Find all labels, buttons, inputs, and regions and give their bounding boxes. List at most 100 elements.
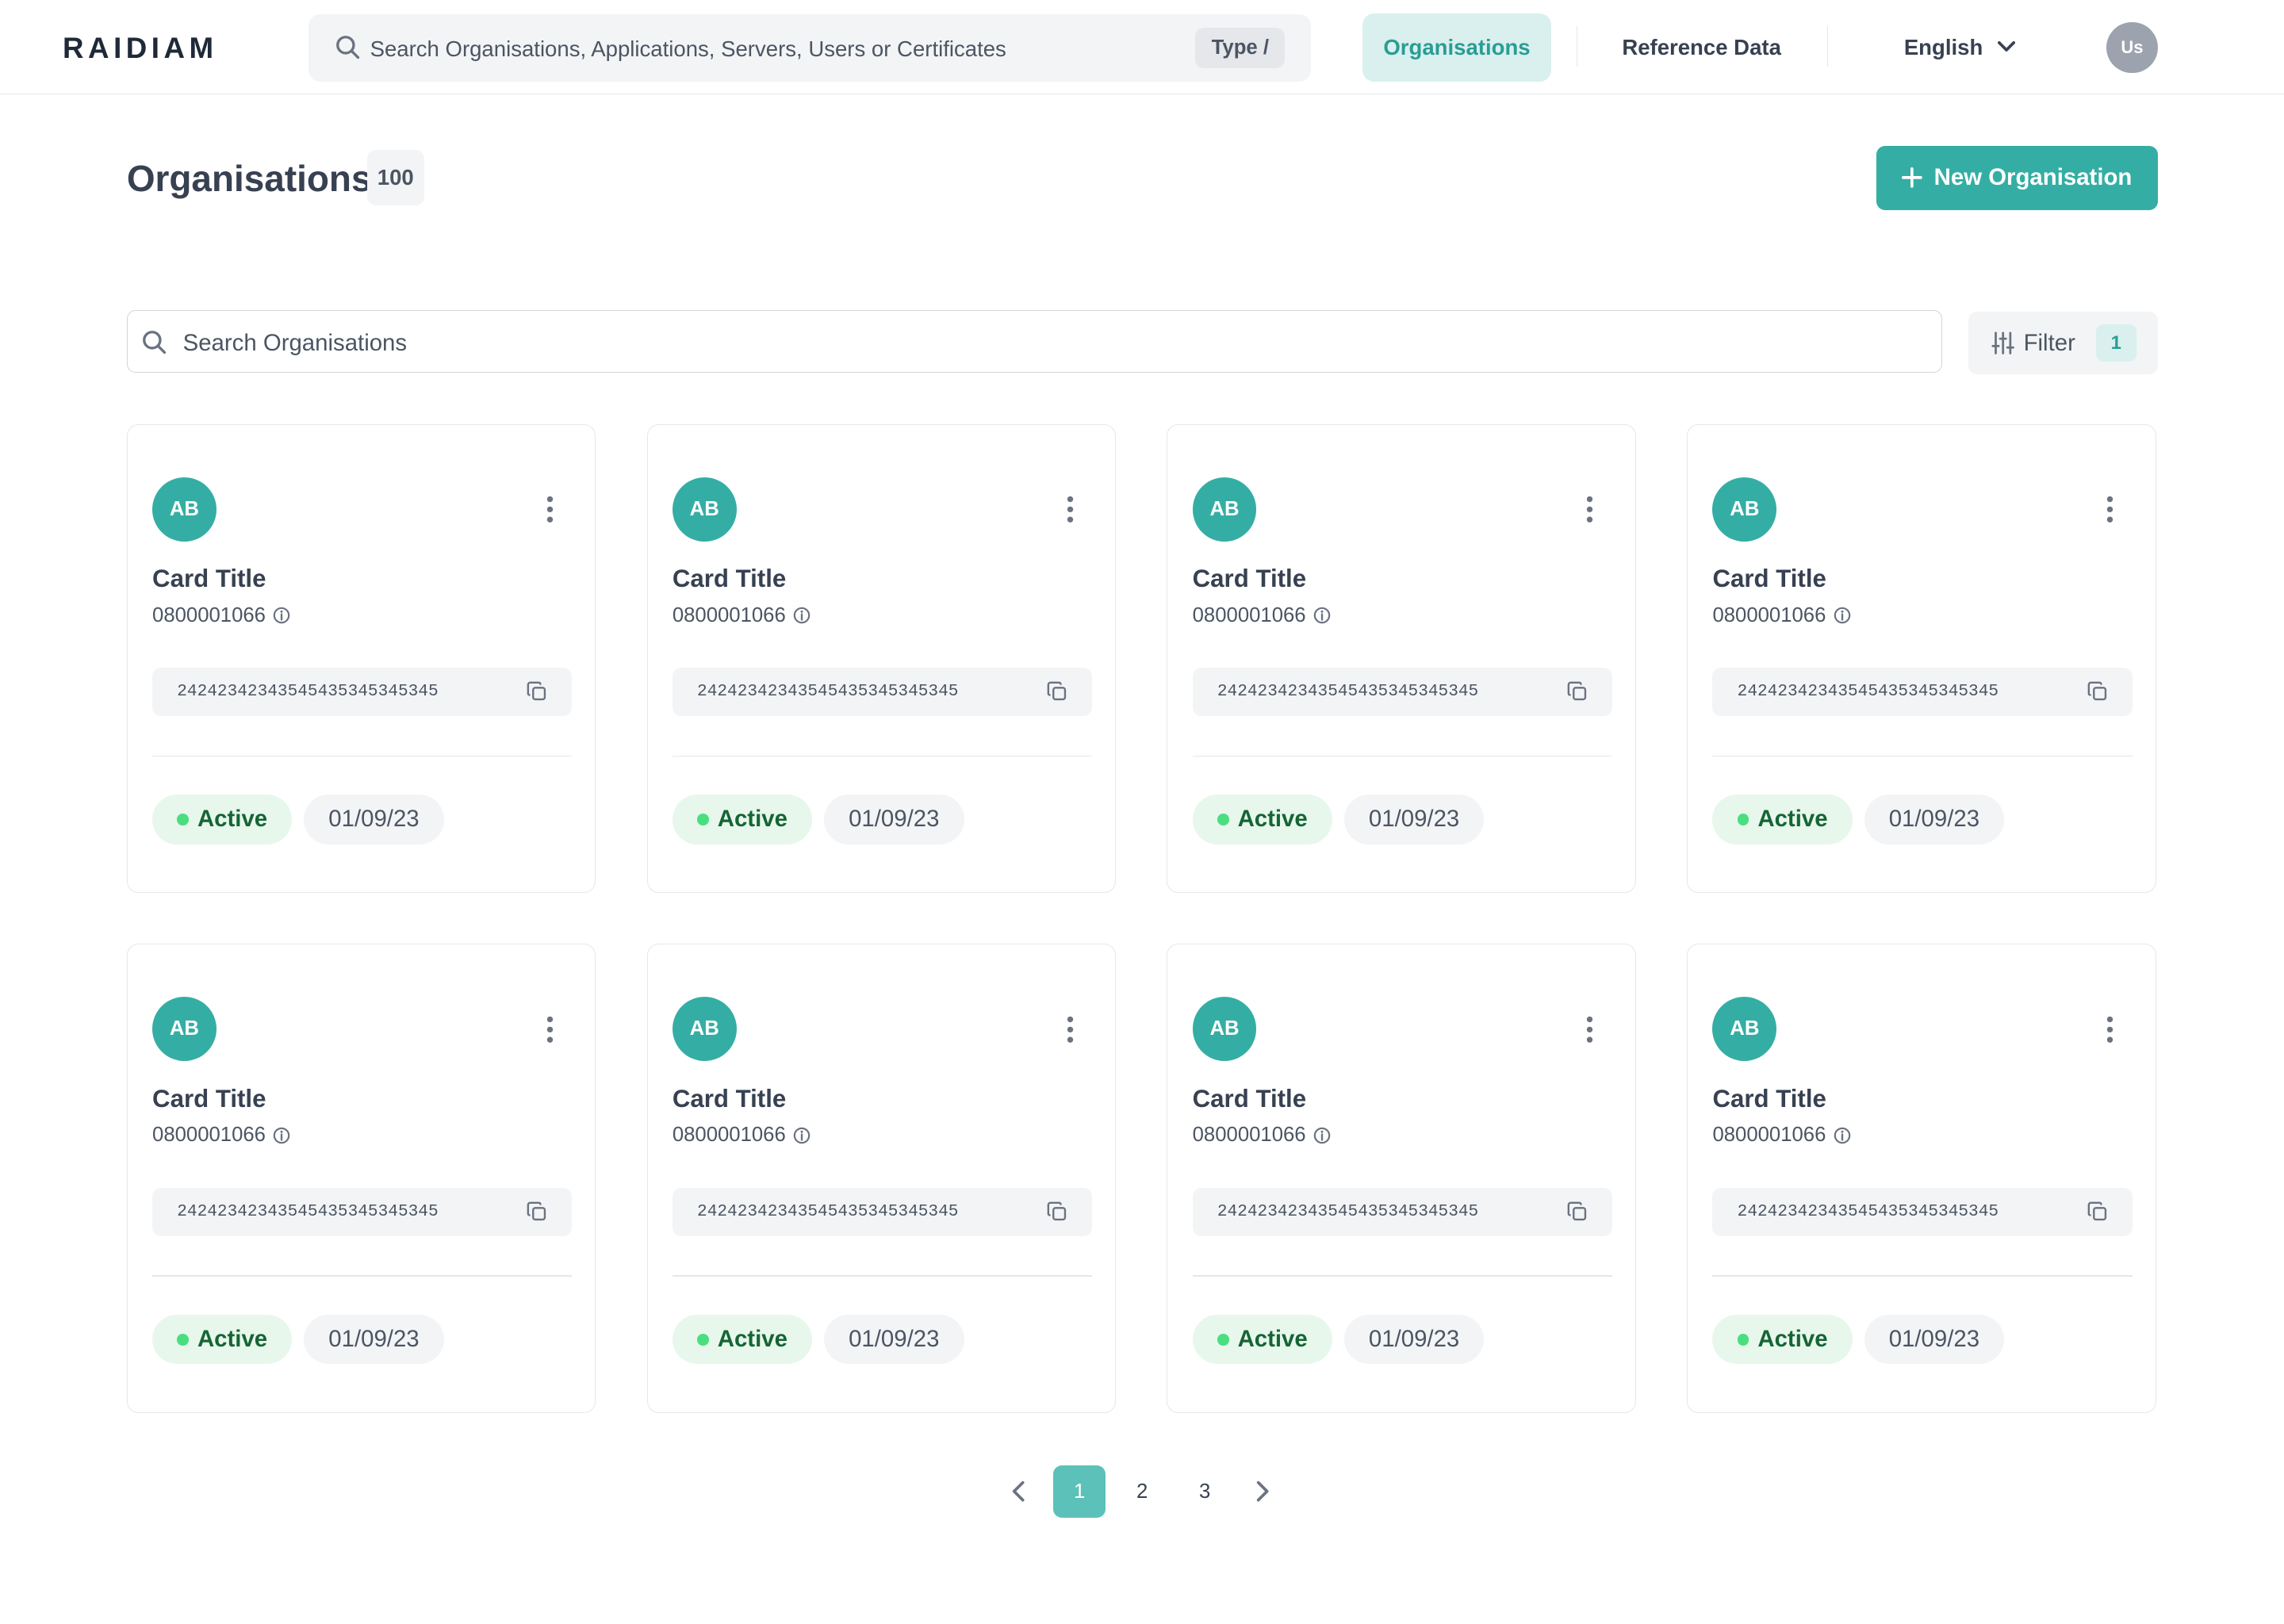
svg-text:RAIDIAM: RAIDIAM bbox=[63, 32, 218, 63]
global-search-input[interactable] bbox=[366, 14, 1189, 85]
language-selector[interactable]: English bbox=[1880, 13, 2040, 82]
info-icon[interactable] bbox=[793, 1127, 811, 1144]
chevron-left-icon[interactable] bbox=[1011, 1480, 1025, 1503]
raidiam-logo[interactable]: RAIDIAM bbox=[63, 32, 226, 63]
organisation-id-value: 0800001066 bbox=[672, 603, 786, 626]
info-icon[interactable] bbox=[1834, 607, 1851, 624]
organisation-id: 0800001066 bbox=[673, 1124, 811, 1147]
organisation-card[interactable]: AB Card Title 0800001066 242423423435454… bbox=[646, 944, 1117, 1413]
status-badge: Active bbox=[672, 1314, 813, 1365]
nav-organisations[interactable]: Organisations bbox=[1362, 13, 1552, 82]
organisation-id: 0800001066 bbox=[1193, 1124, 1331, 1147]
kebab-menu-icon[interactable] bbox=[1066, 495, 1075, 524]
organisation-id: 0800001066 bbox=[152, 1124, 290, 1147]
organisation-id: 0800001066 bbox=[673, 604, 811, 627]
kebab-menu-icon[interactable] bbox=[1066, 1015, 1075, 1044]
page-2-button[interactable]: 2 bbox=[1116, 1465, 1168, 1518]
status-label: Active bbox=[197, 806, 268, 833]
organisation-search-input[interactable] bbox=[179, 311, 1905, 376]
organisation-card[interactable]: AB Card Title 0800001066 242423423435454… bbox=[646, 423, 1117, 894]
status-badge: Active bbox=[152, 1314, 293, 1365]
info-icon[interactable] bbox=[273, 607, 290, 624]
date-badge: 01/09/23 bbox=[304, 1314, 444, 1365]
kebab-menu-icon[interactable] bbox=[546, 495, 554, 524]
nav-divider bbox=[1826, 26, 1829, 67]
organisation-code: 24242342343545435345345345 bbox=[177, 1202, 439, 1222]
kebab-menu-icon[interactable] bbox=[2106, 1015, 2114, 1044]
chevron-right-icon[interactable] bbox=[1255, 1480, 1270, 1503]
organisation-avatar: AB bbox=[1192, 477, 1257, 542]
filter-label: Filter bbox=[2023, 329, 2075, 356]
copy-icon[interactable] bbox=[2087, 1201, 2108, 1222]
card-title: Card Title bbox=[672, 564, 787, 592]
organisation-search-bar[interactable] bbox=[126, 310, 1942, 376]
status-label: Active bbox=[1757, 806, 1828, 833]
status-dot-icon bbox=[1737, 814, 1749, 825]
status-dot-icon bbox=[697, 814, 709, 825]
date-badge: 01/09/23 bbox=[1343, 1314, 1485, 1365]
organisation-code: 24242342343545435345345345 bbox=[1217, 1202, 1479, 1222]
organisation-card[interactable]: AB Card Title 0800001066 242423423435454… bbox=[1687, 423, 2156, 894]
chevron-down-icon bbox=[1997, 41, 2015, 52]
page-1-button[interactable]: 1 bbox=[1053, 1465, 1106, 1519]
user-avatar[interactable]: Us bbox=[2106, 21, 2158, 73]
copy-icon[interactable] bbox=[1047, 681, 1067, 702]
info-icon[interactable] bbox=[1834, 1127, 1851, 1144]
status-dot-icon bbox=[697, 1333, 709, 1346]
card-title: Card Title bbox=[1192, 564, 1307, 592]
organisation-card[interactable]: AB Card Title 0800001066 242423423435454… bbox=[126, 944, 596, 1413]
organisation-id: 0800001066 bbox=[1712, 1124, 1850, 1147]
date-badge: 01/09/23 bbox=[1864, 1314, 2005, 1365]
organisation-avatar: AB bbox=[152, 997, 217, 1062]
organisation-id-value: 0800001066 bbox=[152, 1124, 266, 1147]
organisation-id-value: 0800001066 bbox=[1192, 603, 1306, 626]
organisation-id-value: 0800001066 bbox=[672, 1124, 786, 1147]
organisation-code-field: 24242342343545435345345345 bbox=[1712, 1188, 2133, 1236]
organisation-avatar: AB bbox=[1712, 477, 1777, 542]
status-dot-icon bbox=[177, 1333, 189, 1346]
organisation-count-badge: 100 bbox=[366, 150, 424, 205]
page-3-button[interactable]: 3 bbox=[1178, 1465, 1231, 1518]
organisation-code-field: 24242342343545435345345345 bbox=[1712, 668, 2133, 716]
copy-icon[interactable] bbox=[1047, 1201, 1067, 1222]
copy-icon[interactable] bbox=[527, 681, 547, 702]
copy-icon[interactable] bbox=[527, 1201, 547, 1222]
card-title: Card Title bbox=[1192, 1084, 1307, 1113]
organisation-card[interactable]: AB Card Title 0800001066 242423423435454… bbox=[1687, 944, 2156, 1413]
info-icon[interactable] bbox=[1313, 1127, 1331, 1144]
date-badge: 01/09/23 bbox=[823, 1314, 964, 1365]
status-label: Active bbox=[1757, 1325, 1828, 1352]
global-search-bar[interactable]: Type / bbox=[308, 14, 1312, 85]
copy-icon[interactable] bbox=[2087, 681, 2108, 702]
filter-button[interactable]: Filter 1 bbox=[1968, 312, 2158, 375]
organisation-id: 0800001066 bbox=[1712, 604, 1850, 627]
card-title: Card Title bbox=[672, 1084, 787, 1113]
kebab-menu-icon[interactable] bbox=[2106, 495, 2114, 524]
date-badge: 01/09/23 bbox=[823, 795, 964, 845]
organisation-code: 24242342343545435345345345 bbox=[1737, 682, 1999, 702]
info-icon[interactable] bbox=[1313, 607, 1331, 624]
copy-icon[interactable] bbox=[1567, 681, 1588, 702]
kebab-menu-icon[interactable] bbox=[1585, 1015, 1594, 1044]
info-icon[interactable] bbox=[793, 607, 811, 624]
new-organisation-button[interactable]: New Organisation bbox=[1876, 145, 2158, 210]
organisation-card[interactable]: AB Card Title 0800001066 242423423435454… bbox=[1167, 423, 1636, 894]
organisation-code-field: 24242342343545435345345345 bbox=[672, 668, 1092, 716]
organisation-code-field: 24242342343545435345345345 bbox=[1192, 1188, 1612, 1236]
nav-reference-data[interactable]: Reference Data bbox=[1600, 13, 1803, 82]
copy-icon[interactable] bbox=[1567, 1201, 1588, 1222]
organisation-card[interactable]: AB Card Title 0800001066 242423423435454… bbox=[1167, 944, 1636, 1413]
card-divider bbox=[672, 755, 1092, 757]
card-divider bbox=[672, 1275, 1092, 1277]
info-icon[interactable] bbox=[273, 1127, 290, 1144]
kebab-menu-icon[interactable] bbox=[1585, 495, 1594, 524]
organisation-card[interactable]: AB Card Title 0800001066 242423423435454… bbox=[126, 423, 596, 894]
organisation-id-value: 0800001066 bbox=[152, 603, 266, 626]
organisation-avatar: AB bbox=[152, 477, 217, 542]
status-dot-icon bbox=[177, 814, 189, 825]
kebab-menu-icon[interactable] bbox=[546, 1015, 554, 1044]
status-dot-icon bbox=[1217, 1333, 1229, 1346]
organisation-code: 24242342343545435345345345 bbox=[1737, 1202, 1999, 1222]
status-badge: Active bbox=[1712, 1314, 1853, 1365]
card-divider bbox=[152, 755, 573, 757]
